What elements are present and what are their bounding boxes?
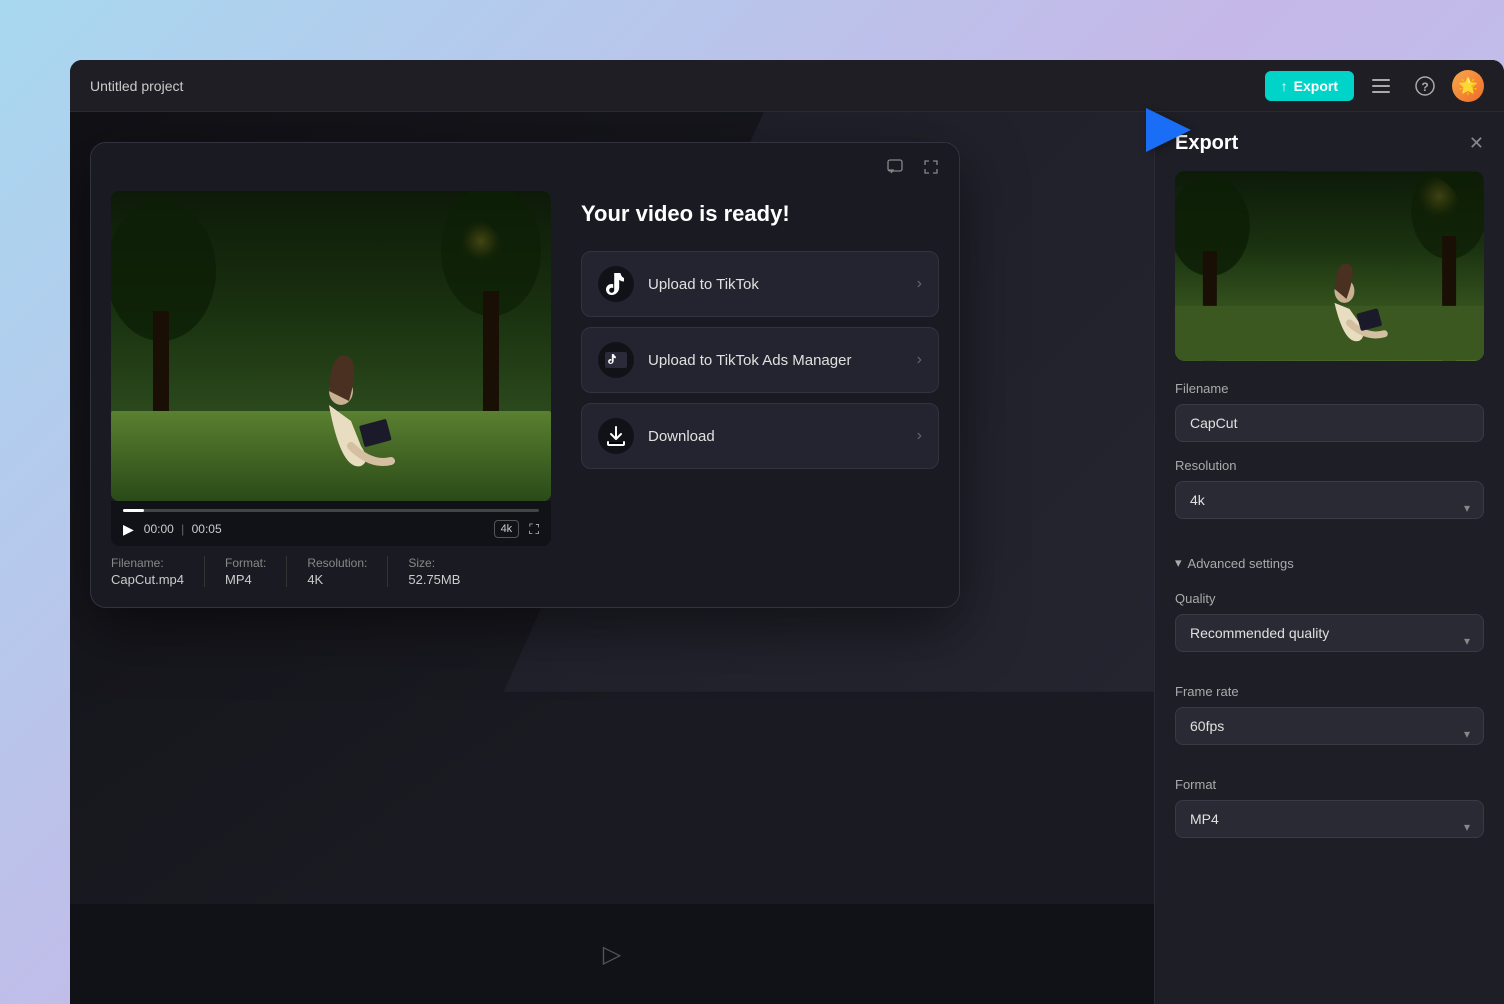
help-icon: ? xyxy=(1415,76,1435,96)
menu-icon-button[interactable] xyxy=(1364,69,1398,103)
download-icon xyxy=(607,426,625,446)
expand-icon-button[interactable] xyxy=(917,153,945,181)
time-display: 00:00 | 00:05 xyxy=(144,522,222,536)
bottom-play-button[interactable]: ▷ xyxy=(603,940,621,969)
top-bar-right: ↑ Export ? 🌟 xyxy=(1265,69,1484,103)
tiktok-ads-icon-container xyxy=(598,342,634,378)
modal-header-bar xyxy=(91,143,959,191)
sidebar-header: Export ✕ xyxy=(1155,112,1504,171)
quality-select[interactable]: Recommended quality High quality Standar… xyxy=(1175,614,1484,652)
comment-icon-button[interactable] xyxy=(881,153,909,181)
download-action[interactable]: Download › xyxy=(581,403,939,469)
main-area: ▶ 00:00 | 00:05 4k ⛶ xyxy=(70,112,1154,1004)
upload-tiktok-ads-action[interactable]: Upload to TikTok Ads Manager › xyxy=(581,327,939,393)
svg-text:?: ? xyxy=(1421,80,1428,94)
tiktok-chevron-icon: › xyxy=(917,275,922,293)
resolution-info: Resolution: 4K xyxy=(307,556,388,587)
app-content: ▶ 00:00 | 00:05 4k ⛶ xyxy=(70,112,1504,1004)
ready-title: Your video is ready! xyxy=(581,201,939,227)
export-form: Filename Resolution 4k 1080p 2k 720p ▾ ▾… xyxy=(1155,381,1504,854)
file-info-bar: Filename: CapCut.mp4 Format: MP4 Resolut… xyxy=(111,546,551,587)
export-arrow-icon: ↑ xyxy=(1281,78,1288,94)
video-thumbnail xyxy=(111,191,551,501)
filename-field-label: Filename xyxy=(1175,381,1484,396)
player-controls: ▶ 00:00 | 00:05 4k ⛶ xyxy=(111,501,551,546)
progress-fill xyxy=(123,509,144,512)
download-chevron-icon: › xyxy=(917,427,922,445)
export-button[interactable]: ↑ Export xyxy=(1265,71,1354,101)
download-label: Download xyxy=(648,428,917,445)
resolution-select-wrapper: 4k 1080p 2k 720p ▾ xyxy=(1175,481,1484,535)
time-separator: | xyxy=(181,522,187,536)
upload-tiktok-action[interactable]: Upload to TikTok › xyxy=(581,251,939,317)
video-content-svg xyxy=(111,191,551,501)
resolution-label: Resolution: xyxy=(307,556,367,570)
quality-field-label: Quality xyxy=(1175,591,1484,606)
controls-row: ▶ 00:00 | 00:05 4k ⛶ xyxy=(123,520,539,538)
menu-icon xyxy=(1372,79,1390,93)
close-sidebar-button[interactable]: ✕ xyxy=(1469,133,1484,154)
user-avatar-button[interactable]: 🌟 xyxy=(1452,70,1484,102)
tiktok-ads-chevron-icon: › xyxy=(917,351,922,369)
filename-value: CapCut.mp4 xyxy=(111,572,184,587)
quality-select-wrapper: Recommended quality High quality Standar… xyxy=(1175,614,1484,668)
format-field-label: Format xyxy=(1175,777,1484,792)
expand-icon xyxy=(923,159,939,175)
fullscreen-button[interactable]: ⛶ xyxy=(529,521,539,538)
comment-icon xyxy=(887,159,903,175)
framerate-select-wrapper: 60fps 30fps 24fps ▾ xyxy=(1175,707,1484,761)
export-preview-image xyxy=(1175,171,1484,361)
modal-body: ▶ 00:00 | 00:05 4k ⛶ xyxy=(91,191,959,607)
progress-bar[interactable] xyxy=(123,509,539,512)
filename-label: Filename: xyxy=(111,556,184,570)
download-icon-container xyxy=(598,418,634,454)
upload-tiktok-ads-label: Upload to TikTok Ads Manager xyxy=(648,352,917,369)
project-title: Untitled project xyxy=(90,78,183,94)
help-icon-button[interactable]: ? xyxy=(1408,69,1442,103)
tiktok-icon-container xyxy=(598,266,634,302)
advanced-settings-toggle[interactable]: ▾ Advanced settings xyxy=(1175,551,1294,575)
format-info: Format: MP4 xyxy=(225,556,287,587)
upload-tiktok-label: Upload to TikTok xyxy=(648,276,917,293)
filename-info: Filename: CapCut.mp4 xyxy=(111,556,205,587)
framerate-field-label: Frame rate xyxy=(1175,684,1484,699)
export-button-label: Export xyxy=(1294,78,1338,94)
framerate-select[interactable]: 60fps 30fps 24fps xyxy=(1175,707,1484,745)
size-label: Size: xyxy=(408,556,460,570)
video-player-container: ▶ 00:00 | 00:05 4k ⛶ xyxy=(111,191,551,587)
preview-svg xyxy=(1175,171,1484,361)
advanced-settings-collapse-icon: ▾ xyxy=(1175,555,1182,571)
tiktok-ads-icon xyxy=(605,352,627,368)
tiktok-icon xyxy=(606,273,626,295)
top-bar: Untitled project ↑ Export ? 🌟 xyxy=(70,60,1504,112)
resolution-select[interactable]: 4k 1080p 2k 720p xyxy=(1175,481,1484,519)
total-time: 00:05 xyxy=(192,522,222,536)
advanced-settings-label: Advanced settings xyxy=(1188,556,1294,571)
video-scene xyxy=(111,191,551,501)
filename-input[interactable] xyxy=(1175,404,1484,442)
size-info: Size: 52.75MB xyxy=(408,556,480,587)
size-value: 52.75MB xyxy=(408,572,460,587)
app-window: Untitled project ↑ Export ? 🌟 xyxy=(70,60,1504,1004)
resolution-value: 4K xyxy=(307,572,367,587)
actions-panel: Your video is ready! Upload to TikTok › xyxy=(581,191,939,587)
export-modal: ▶ 00:00 | 00:05 4k ⛶ xyxy=(90,142,960,608)
bottom-playback-area: ▷ xyxy=(70,904,1154,1004)
format-label: Format: xyxy=(225,556,266,570)
resolution-field-label: Resolution xyxy=(1175,458,1484,473)
format-value: MP4 xyxy=(225,572,266,587)
avatar-emoji: 🌟 xyxy=(1458,76,1478,96)
quality-badge: 4k xyxy=(494,520,520,538)
arrow-triangle xyxy=(1146,108,1191,152)
current-time: 00:00 xyxy=(144,522,174,536)
export-sidebar: Export ✕ xyxy=(1154,112,1504,1004)
preview-scene xyxy=(1175,171,1484,361)
play-button[interactable]: ▶ xyxy=(123,521,134,538)
format-select-wrapper: MP4 MOV AVI ▾ xyxy=(1175,800,1484,854)
format-select[interactable]: MP4 MOV AVI xyxy=(1175,800,1484,838)
